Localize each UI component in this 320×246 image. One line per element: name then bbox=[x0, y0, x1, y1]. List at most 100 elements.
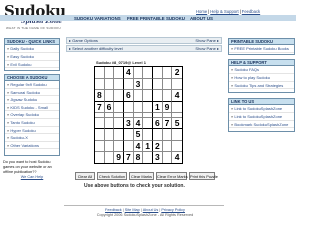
grid-cell[interactable] bbox=[133, 67, 144, 79]
grid-cell[interactable] bbox=[114, 140, 124, 153]
grid-cell[interactable] bbox=[95, 117, 105, 130]
grid-cell[interactable] bbox=[104, 129, 115, 141]
grid-cell[interactable] bbox=[95, 67, 105, 79]
grid-cell[interactable]: 6 bbox=[124, 90, 134, 102]
grid-cell[interactable] bbox=[114, 78, 124, 91]
grid-cell[interactable]: 1 bbox=[143, 140, 153, 153]
difficulty-show-pane[interactable]: Show Pane ▸ bbox=[195, 46, 219, 52]
grid-cell[interactable]: 4 bbox=[133, 140, 144, 153]
grid-cell[interactable] bbox=[172, 129, 182, 141]
feedback-link[interactable]: Feedback bbox=[242, 9, 260, 14]
nav-about-us[interactable]: ABOUT US bbox=[190, 16, 213, 21]
grid-cell[interactable]: 4 bbox=[172, 90, 182, 102]
grid-cell[interactable] bbox=[143, 101, 153, 114]
grid-cell[interactable] bbox=[133, 90, 144, 102]
grid-cell[interactable] bbox=[162, 67, 173, 79]
grid-cell[interactable] bbox=[143, 90, 153, 102]
grid-cell[interactable] bbox=[153, 129, 163, 141]
grid-cell[interactable]: 2 bbox=[153, 140, 163, 153]
grid-cell[interactable]: 7 bbox=[95, 101, 105, 114]
grid-cell[interactable] bbox=[162, 78, 173, 91]
grid-cell[interactable] bbox=[143, 129, 153, 141]
footer-privacy-link[interactable]: Privacy Policy bbox=[161, 208, 185, 212]
grid-cell[interactable] bbox=[172, 102, 182, 114]
game-options-bar[interactable]: ▸ Game Options Show Pane ▸ bbox=[66, 37, 222, 44]
choose-overlap[interactable]: Overlap Sudoku bbox=[5, 111, 59, 119]
clear-error-marks-button[interactable]: Clear Error Marks bbox=[156, 172, 188, 180]
grid-cell[interactable] bbox=[104, 90, 115, 102]
grid-cell[interactable] bbox=[104, 140, 115, 153]
grid-cell[interactable] bbox=[153, 67, 163, 79]
link-to-us-1[interactable]: Link to SudokuSplashZone bbox=[229, 105, 294, 113]
grid-cell[interactable] bbox=[105, 152, 115, 163]
choose-other[interactable]: Other Variations bbox=[5, 142, 59, 150]
grid-cell[interactable]: 8 bbox=[95, 90, 105, 102]
clear-marks-button[interactable]: Clear Marks bbox=[129, 172, 154, 180]
bookmark-link[interactable]: Bookmark SudokuSplashZone bbox=[229, 121, 294, 129]
grid-cell[interactable] bbox=[162, 129, 173, 141]
printable-books-link[interactable]: FREE Printable Sudoku Books bbox=[229, 45, 294, 53]
grid-cell[interactable] bbox=[114, 67, 124, 79]
quick-link-easy[interactable]: Easy Sudoku bbox=[5, 53, 59, 61]
grid-cell[interactable] bbox=[133, 101, 144, 114]
grid-cell[interactable]: 7 bbox=[124, 152, 134, 163]
home-link[interactable]: Home bbox=[196, 9, 207, 14]
difficulty-bar[interactable]: ▸ Select another difficulty level Show P… bbox=[66, 45, 222, 52]
game-options-show-pane[interactable]: Show Pane ▸ bbox=[195, 38, 219, 44]
grid-cell[interactable]: 5 bbox=[133, 129, 144, 141]
grid-cell[interactable] bbox=[143, 117, 153, 130]
grid-cell[interactable]: 6 bbox=[153, 117, 163, 130]
choose-regular[interactable]: Regular 9x9 Sudoku bbox=[5, 81, 59, 89]
grid-cell[interactable]: 4 bbox=[172, 152, 182, 163]
grid-cell[interactable] bbox=[114, 129, 124, 141]
help-tips-link[interactable]: Sudoku Tips and Strategies bbox=[229, 82, 294, 90]
nav-sudoku-variations[interactable]: SUDOKU VARIATIONS bbox=[74, 16, 121, 21]
clear-all-button[interactable]: Clear All bbox=[75, 172, 95, 180]
grid-cell[interactable]: 9 bbox=[162, 101, 173, 114]
grid-cell[interactable] bbox=[163, 152, 173, 163]
choose-samurai[interactable]: Samurai Sudoku bbox=[5, 89, 59, 97]
grid-cell[interactable]: 4 bbox=[124, 67, 134, 79]
grid-cell[interactable]: 7 bbox=[162, 117, 173, 130]
grid-cell[interactable] bbox=[104, 117, 115, 130]
choose-tanto[interactable]: Tanto Sudoku bbox=[5, 119, 59, 127]
grid-cell[interactable] bbox=[153, 90, 163, 102]
grid-cell[interactable] bbox=[172, 79, 182, 91]
grid-cell[interactable] bbox=[104, 78, 115, 91]
choose-jigsaw[interactable]: Jigsaw Sudoku bbox=[5, 96, 59, 104]
footer-feedback-link[interactable]: Feedback bbox=[105, 208, 122, 212]
grid-cell[interactable] bbox=[124, 101, 134, 114]
grid-cell[interactable]: 3 bbox=[153, 152, 163, 163]
grid-cell[interactable]: 3 bbox=[124, 117, 134, 130]
help-how-to-play-link[interactable]: How to play Sudoku bbox=[229, 74, 294, 82]
grid-cell[interactable] bbox=[162, 90, 173, 102]
help-faqs-link[interactable]: Sudoku FAQs bbox=[229, 66, 294, 74]
grid-cell[interactable]: 9 bbox=[114, 152, 124, 163]
quick-link-daily[interactable]: Daily Sudoku bbox=[5, 45, 59, 53]
choose-sudoku-x[interactable]: Sudoku-X bbox=[5, 134, 59, 142]
check-solution-button[interactable]: Check Solution bbox=[97, 172, 127, 180]
grid-cell[interactable] bbox=[124, 140, 134, 153]
choose-hyper[interactable]: Hyper Sudoku bbox=[5, 127, 59, 135]
grid-cell[interactable] bbox=[104, 67, 115, 79]
grid-cell[interactable] bbox=[114, 117, 124, 130]
nav-free-printable-sudoku[interactable]: FREE PRINTABLE SUDOKU bbox=[127, 16, 185, 21]
grid-cell[interactable]: 5 bbox=[172, 118, 182, 130]
grid-cell[interactable]: 1 bbox=[153, 101, 163, 114]
print-puzzle-button[interactable]: Print this Puzzle bbox=[189, 172, 218, 180]
grid-cell[interactable]: 2 bbox=[172, 67, 182, 79]
grid-cell[interactable] bbox=[114, 101, 124, 114]
we-can-help-link[interactable]: We Can Help bbox=[3, 175, 61, 180]
help-support-link[interactable]: Help & Support bbox=[210, 9, 238, 14]
grid-cell[interactable]: 6 bbox=[104, 101, 115, 114]
grid-cell[interactable] bbox=[95, 152, 105, 163]
grid-cell[interactable] bbox=[124, 78, 134, 91]
quick-link-evil[interactable]: Evil Sudoku bbox=[5, 61, 59, 69]
grid-cell[interactable]: 4 bbox=[133, 117, 144, 130]
grid-cell[interactable] bbox=[153, 78, 163, 91]
grid-cell[interactable] bbox=[114, 90, 124, 102]
grid-cell[interactable] bbox=[162, 140, 173, 153]
footer-sitemap-link[interactable]: Site Map bbox=[125, 208, 140, 212]
grid-cell[interactable] bbox=[95, 129, 105, 141]
grid-cell[interactable] bbox=[143, 152, 153, 163]
